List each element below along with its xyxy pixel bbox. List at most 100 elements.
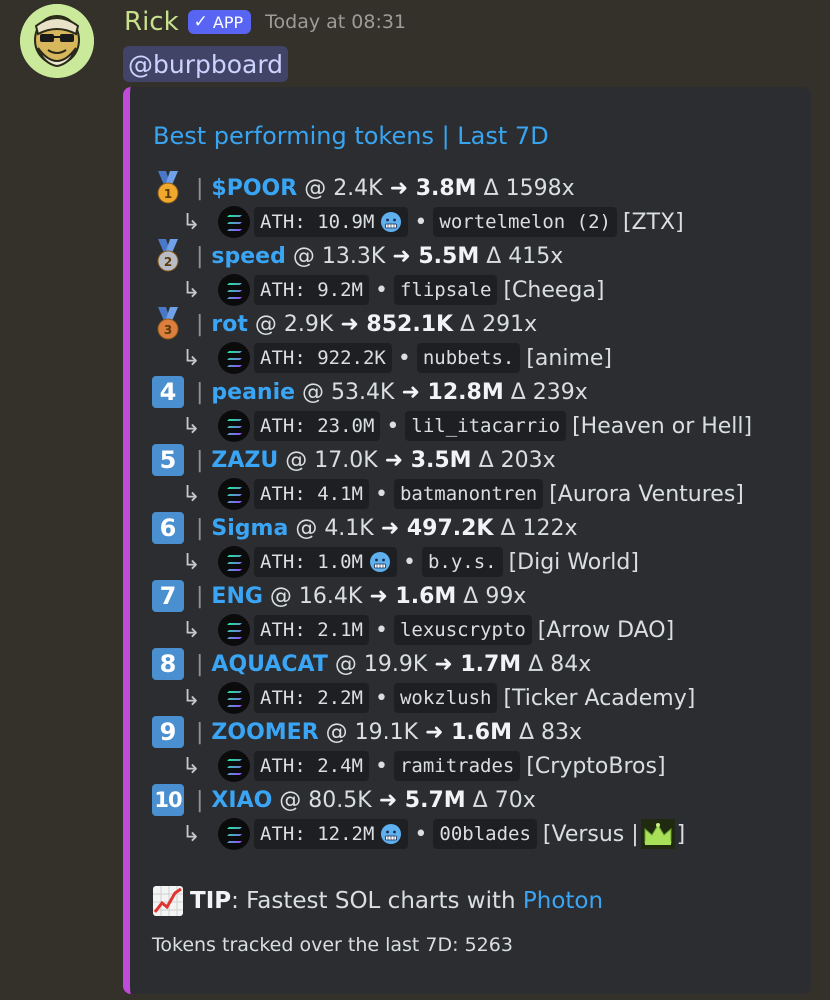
bullet: • <box>374 685 388 711</box>
arrow-icon: ➜ <box>389 175 409 201</box>
embed-title[interactable]: Best performing tokens | Last 7D <box>153 122 549 150</box>
solana-icon <box>218 342 250 374</box>
bullet: • <box>414 821 428 847</box>
start-mcap: @ 53.4K <box>295 379 402 405</box>
group-label: [Cheega] <box>503 277 605 303</box>
token-link[interactable]: Sigma <box>211 516 288 541</box>
token-link[interactable]: XIAO <box>211 788 272 813</box>
avatar[interactable] <box>20 4 94 78</box>
silver-medal-icon: 2 <box>157 239 179 272</box>
token-link[interactable]: ZAZU <box>211 448 278 473</box>
token-link[interactable]: rot <box>211 312 247 337</box>
message-header: Rick ✓ APP Today at 08:31 <box>124 4 406 40</box>
peak-mcap: 852.1K <box>358 311 454 337</box>
reply-hook-icon: ↳ <box>182 685 201 711</box>
group-label: [Ticker Academy] <box>503 685 696 711</box>
rank-9-badge: 9 <box>152 716 184 748</box>
freezing-face-icon <box>369 552 390 572</box>
rank-5-badge: 5 <box>152 444 184 476</box>
app-badge-label: APP <box>212 12 244 32</box>
token-detail-row: ↳ ATH: 9.2M • flipsale [Cheega] <box>182 273 604 307</box>
separator: | <box>196 515 204 541</box>
solana-icon <box>218 614 250 646</box>
token-row: 5 | ZAZU @ 17.0K ➜ 3.5M Δ 203x <box>152 443 556 477</box>
bullet: • <box>386 413 400 439</box>
group-label: [ZTX] <box>622 209 684 235</box>
group-label: [anime] <box>526 345 613 371</box>
peak-mcap: 1.7M <box>452 651 522 677</box>
mention[interactable]: @burpboard <box>123 46 289 82</box>
peak-mcap: 3.5M <box>403 447 472 473</box>
embed-footer: Tokens tracked over the last 7D: 5263 <box>152 934 513 956</box>
arrow-icon: ➜ <box>434 651 453 677</box>
arrow-icon: ➜ <box>340 311 359 337</box>
multiplier: Δ 291x <box>453 311 538 337</box>
separator: | <box>196 583 204 609</box>
solana-icon <box>218 206 250 238</box>
token-link[interactable]: AQUACAT <box>211 652 327 677</box>
chart-increasing-icon <box>153 886 183 916</box>
reply-hook-icon: ↳ <box>182 481 201 507</box>
token-link[interactable]: peanie <box>211 380 295 405</box>
tip-text: : Fastest SOL charts with <box>231 888 523 914</box>
caller-name: wokzlush <box>393 683 498 713</box>
token-detail-row: ↳ ATH: 1.0M • b.y.s. [Digi World] <box>182 545 639 579</box>
start-mcap: @ 13.3K <box>285 243 393 269</box>
reply-hook-icon: ↳ <box>182 617 201 643</box>
rank-4-badge: 4 <box>152 376 184 408</box>
bullet: • <box>374 753 388 779</box>
caller-name: flipsale <box>393 275 498 305</box>
arrow-icon: ➜ <box>378 787 398 813</box>
token-detail-row: ↳ ATH: 23.0M • lil_itacarrio [Heaven or Hel… <box>182 409 752 443</box>
ath-value: ATH: 2.2M <box>254 683 369 713</box>
arrow-icon: ➜ <box>425 719 444 745</box>
token-row: 1 | $POOR @ 2.4K ➜ 3.8M Δ 1598x <box>152 171 575 205</box>
tip-label: TIP <box>190 888 232 914</box>
multiplier: Δ 203x <box>471 447 556 473</box>
svg-text:2: 2 <box>164 255 172 269</box>
multiplier: Δ 415x <box>479 243 564 269</box>
peak-mcap: 12.8M <box>419 379 504 405</box>
bullet: • <box>374 617 388 643</box>
rank-10-badge: 10 <box>152 784 184 816</box>
group-label: [Aurora Ventures] <box>549 481 744 507</box>
group-label-end: ] <box>676 821 686 847</box>
ath-value: ATH: 1.0M <box>254 547 397 577</box>
solana-icon <box>218 818 250 850</box>
token-link[interactable]: ZOOMER <box>211 720 318 745</box>
reply-hook-icon: ↳ <box>182 277 201 303</box>
caller-name: lil_itacarrio <box>405 411 567 441</box>
reply-hook-icon: ↳ <box>182 821 201 847</box>
reply-hook-icon: ↳ <box>182 413 201 439</box>
crown-icon <box>640 819 675 849</box>
photon-link[interactable]: Photon <box>523 888 603 914</box>
username[interactable]: Rick <box>124 7 179 37</box>
arrow-icon: ➜ <box>369 583 388 609</box>
separator: | <box>196 447 204 473</box>
start-mcap: @ 2.9K <box>247 311 341 337</box>
start-mcap: @ 4.1K <box>288 515 381 541</box>
start-mcap: @ 80.5K <box>272 787 379 813</box>
peak-mcap: 5.7M <box>397 787 466 813</box>
separator: | <box>196 787 204 813</box>
token-detail-row: ↳ ATH: 922.2K • nubbets. [anime] <box>182 341 612 375</box>
arrow-icon: ➜ <box>384 447 404 473</box>
token-detail-row: ↳ ATH: 2.1M • lexuscrypto [Arrow DAO] <box>182 613 674 647</box>
tip: TIP : Fastest SOL charts with Photon <box>152 884 603 918</box>
rank-6-badge: 6 <box>152 512 184 544</box>
token-row: 3 | rot @ 2.9K ➜ 852.1K Δ 291x <box>152 307 537 341</box>
token-link[interactable]: ENG <box>211 584 263 609</box>
multiplier: Δ 1598x <box>476 175 575 201</box>
multiplier: Δ 99x <box>456 583 527 609</box>
ath-value: ATH: 10.9M <box>254 207 409 237</box>
ath-value: ATH: 4.1M <box>254 479 369 509</box>
token-link[interactable]: speed <box>211 244 285 269</box>
token-row: 10 | XIAO @ 80.5K ➜ 5.7M Δ 70x <box>152 783 536 817</box>
rank-8-badge: 8 <box>152 648 184 680</box>
svg-text:1: 1 <box>164 187 172 201</box>
token-link[interactable]: $POOR <box>211 176 297 201</box>
timestamp[interactable]: Today at 08:31 <box>265 11 406 33</box>
ath-value: ATH: 2.4M <box>254 751 369 781</box>
caller-name: ramitrades <box>393 751 521 781</box>
peak-mcap: 3.8M <box>408 175 477 201</box>
